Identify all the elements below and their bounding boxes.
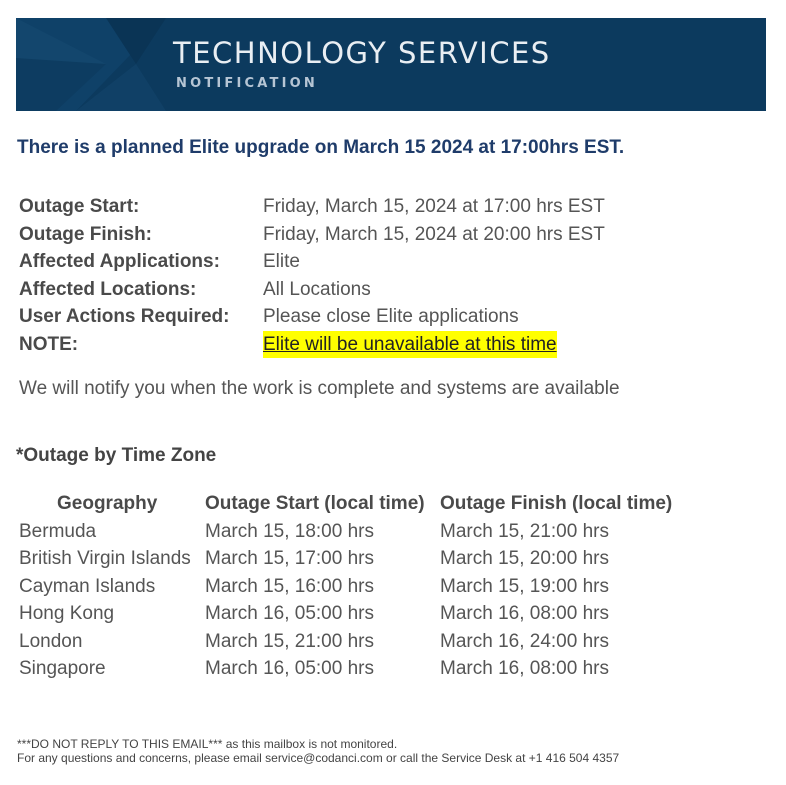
headline: There is a planned Elite upgrade on Marc…: [17, 137, 625, 158]
detail-value: Friday, March 15, 2024 at 17:00 hrs EST: [263, 196, 605, 217]
table-row: Singapore March 16, 05:00 hrs March 16, …: [19, 655, 719, 683]
cell-geography: Singapore: [19, 658, 106, 679]
table-row: Cayman Islands March 15, 16:00 hrs March…: [19, 573, 719, 601]
detail-label: Affected Locations:: [19, 278, 197, 300]
banner-subtitle: NOTIFICATION: [176, 76, 318, 91]
cell-outage-finish: March 15, 21:00 hrs: [440, 520, 609, 542]
cell-geography: London: [19, 630, 83, 652]
cell-outage-finish: March 15, 19:00 hrs: [440, 575, 609, 597]
detail-row-user-actions: User Actions Required: Please close Elit…: [19, 303, 719, 331]
cell-outage-start: March 16, 05:00 hrs: [205, 603, 374, 624]
column-header-geography: Geography: [57, 493, 158, 514]
detail-row-affected-locations: Affected Locations: All Locations: [19, 276, 719, 304]
cell-geography: Bermuda: [19, 520, 97, 542]
footer-contact-line: For any questions and concerns, please e…: [17, 751, 620, 765]
detail-label: Affected Applications:: [19, 251, 220, 272]
detail-value: All Locations: [263, 278, 371, 300]
note-highlight: Elite will be unavailable at this time: [263, 330, 557, 358]
footer-warning-suffix: as this mailbox is not monitored.: [222, 737, 398, 751]
table-row: Bermuda March 15, 18:00 hrs March 15, 21…: [19, 518, 719, 546]
detail-value: Elite: [263, 251, 300, 272]
detail-label: User Actions Required:: [19, 306, 230, 327]
cell-outage-finish: March 15, 20:00 hrs: [440, 548, 609, 569]
footer-warning-line: ***DO NOT REPLY TO THIS EMAIL*** as this…: [17, 737, 619, 751]
cell-outage-finish: March 16, 08:00 hrs: [440, 603, 609, 624]
column-header-outage-start: Outage Start (local time): [205, 493, 425, 514]
detail-row-outage-start: Outage Start: Friday, March 15, 2024 at …: [19, 193, 719, 221]
detail-label: Outage Finish:: [19, 223, 152, 245]
timezone-heading: *Outage by Time Zone: [16, 445, 217, 466]
cell-outage-start: March 16, 05:00 hrs: [205, 658, 374, 679]
table-header-row: Geography Outage Start (local time) Outa…: [19, 490, 719, 518]
cell-outage-finish: March 16, 08:00 hrs: [440, 658, 609, 679]
detail-row-outage-finish: Outage Finish: Friday, March 15, 2024 at…: [19, 221, 719, 249]
cell-outage-start: March 15, 16:00 hrs: [205, 575, 374, 597]
do-not-reply-warning: ***DO NOT REPLY TO THIS EMAIL***: [17, 737, 223, 751]
detail-row-affected-applications: Affected Applications: Elite: [19, 248, 719, 276]
detail-label: Outage Start:: [19, 196, 140, 217]
table-row: London March 15, 21:00 hrs March 16, 24:…: [19, 628, 719, 656]
header-banner: TECHNOLOGY SERVICES NOTIFICATION: [16, 18, 766, 111]
cell-outage-start: March 15, 17:00 hrs: [205, 548, 374, 569]
footer: ***DO NOT REPLY TO THIS EMAIL*** as this…: [17, 737, 619, 765]
email-notification: TECHNOLOGY SERVICES NOTIFICATION There i…: [0, 0, 786, 785]
cell-outage-start: March 15, 18:00 hrs: [205, 520, 374, 542]
column-header-outage-finish: Outage Finish (local time): [440, 493, 673, 514]
outage-details: Outage Start: Friday, March 15, 2024 at …: [19, 193, 719, 358]
timezone-table: Geography Outage Start (local time) Outa…: [19, 490, 719, 683]
table-row: British Virgin Islands March 15, 17:00 h…: [19, 545, 719, 573]
detail-label: NOTE:: [19, 333, 79, 355]
detail-value: Friday, March 15, 2024 at 20:00 hrs EST: [263, 223, 605, 245]
banner-title: TECHNOLOGY SERVICES: [173, 36, 551, 70]
notify-message: We will notify you when the work is comp…: [19, 378, 620, 399]
cell-geography: Hong Kong: [19, 603, 115, 624]
cell-outage-finish: March 16, 24:00 hrs: [440, 630, 609, 652]
cell-geography: Cayman Islands: [19, 575, 156, 597]
detail-value: Please close Elite applications: [263, 306, 519, 327]
detail-row-note: NOTE: Elite will be unavailable at this …: [19, 330, 719, 358]
cell-geography: British Virgin Islands: [19, 548, 191, 569]
cell-outage-start: March 15, 21:00 hrs: [205, 630, 374, 652]
table-row: Hong Kong March 16, 05:00 hrs March 16, …: [19, 600, 719, 628]
